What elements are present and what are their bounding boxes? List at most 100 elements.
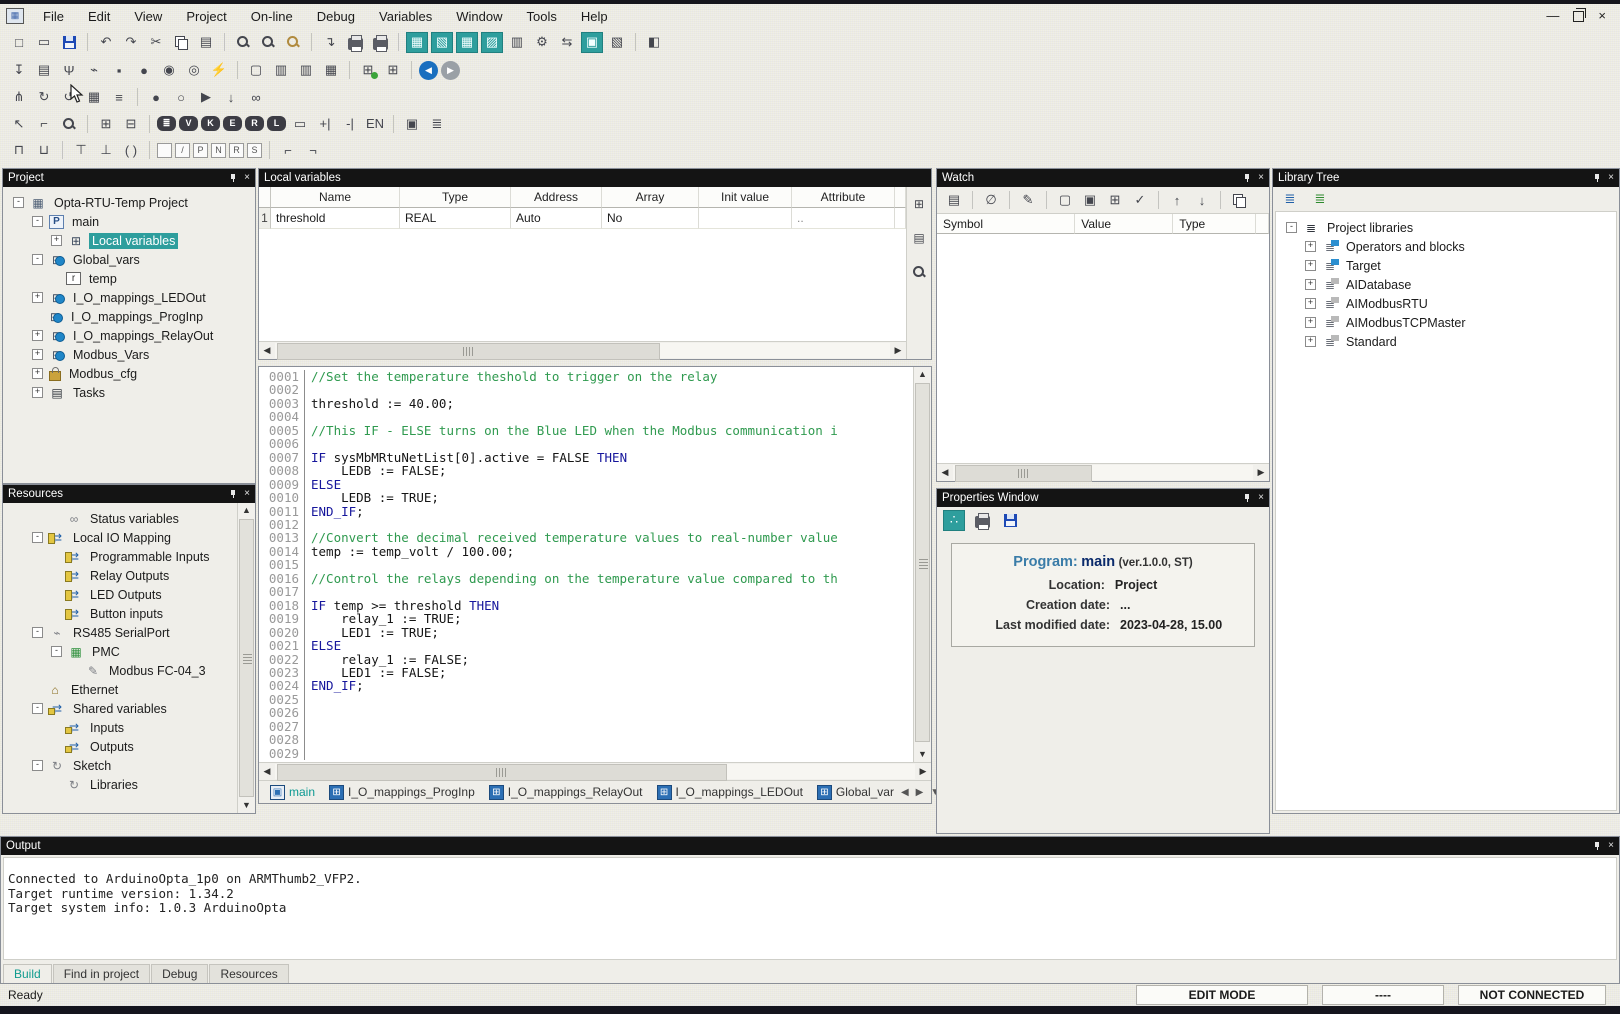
link-icon[interactable]: ∞ (245, 87, 267, 108)
watch-open-icon[interactable]: ▢ (1054, 190, 1076, 211)
find-in-project-icon[interactable] (282, 32, 304, 53)
cell-address[interactable]: Auto (511, 208, 602, 229)
watch-save-as-icon[interactable]: ⊞ (1104, 190, 1126, 211)
tree-item-standard[interactable]: +≣Standard (1276, 332, 1616, 351)
navigate-back-icon[interactable]: ◀ (419, 61, 438, 80)
close-icon[interactable]: × (244, 489, 250, 499)
scroll-down-icon[interactable]: ▼ (238, 798, 255, 813)
record-icon[interactable]: ● (145, 87, 167, 108)
tree-item-aimodbusrtu[interactable]: +≣AIModbusRTU (1276, 294, 1616, 313)
navigate-forward-icon[interactable]: ▶ (441, 61, 460, 80)
badge-v-icon[interactable]: V (179, 116, 198, 131)
watch-save-icon[interactable]: ▣ (1079, 190, 1101, 211)
pin-icon[interactable] (1594, 174, 1600, 182)
box-empty-icon[interactable] (157, 143, 172, 158)
toggle-swap-window-icon[interactable]: ⇆ (556, 32, 578, 53)
library-refresh-icon[interactable]: ≣ (1309, 189, 1331, 210)
code-line[interactable]: 0003threshold := 40.00; (259, 397, 914, 410)
code-line[interactable]: 0012 (259, 518, 914, 531)
expander-icon[interactable]: - (32, 532, 43, 543)
editor-hscrollbar[interactable]: ◀ ▶ (259, 762, 931, 780)
code-line[interactable]: 0013//Convert the decimal received tempe… (259, 531, 914, 544)
online-refresh-icon[interactable]: ↻ (33, 87, 55, 108)
editor-tab-global-var[interactable]: ⊞Global_var (810, 783, 901, 802)
toggle-properties-window-icon[interactable]: ▣ (581, 32, 603, 53)
menu-item-window[interactable]: Window (445, 7, 513, 26)
menu-item-help[interactable]: Help (570, 7, 619, 26)
box-r-icon[interactable]: R (229, 143, 244, 158)
cell-name[interactable]: threshold (271, 208, 400, 229)
step-into-icon[interactable]: ↓ (220, 87, 242, 108)
badge-k-icon[interactable]: K (201, 116, 220, 131)
tree-item-rs485-serialport[interactable]: -⌁RS485 SerialPort (3, 623, 238, 642)
code-line[interactable]: 0025 (259, 693, 914, 706)
watch-link-icon[interactable]: ∅ (980, 190, 1002, 211)
en-eno-icon[interactable]: EN (364, 113, 386, 134)
tree-item-sketch[interactable]: -↻Sketch (3, 756, 238, 775)
grid-dark-icon[interactable]: ▦ (83, 87, 105, 108)
expander-icon[interactable]: + (32, 330, 43, 341)
menu-item-tools[interactable]: Tools (516, 7, 568, 26)
expander-icon[interactable]: - (32, 627, 43, 638)
tree-item-modbus-fc-04-3[interactable]: ✎Modbus FC-04_3 (3, 661, 238, 680)
menu-item-edit[interactable]: Edit (77, 7, 121, 26)
toggle-watch-window-icon[interactable]: ▨ (481, 32, 503, 53)
code-line[interactable]: 0022 relay_1 := FALSE; (259, 653, 914, 666)
cell-init-value[interactable] (699, 208, 792, 229)
pin-icon[interactable] (1244, 174, 1250, 182)
expander-icon[interactable]: - (13, 197, 24, 208)
tree-item-project-libraries[interactable]: -≣Project libraries (1276, 218, 1616, 237)
output-tab-find-in-project[interactable]: Find in project (53, 964, 150, 983)
tree-item-button-inputs[interactable]: ⇄Button inputs (3, 604, 238, 623)
box-s-icon[interactable]: S (247, 143, 262, 158)
tree-item-ethernet[interactable]: ⌂Ethernet (3, 680, 238, 699)
box-slash-icon[interactable]: / (175, 143, 190, 158)
coil-icon[interactable]: ⊓ (8, 140, 30, 161)
cut-icon[interactable]: ✂ (145, 32, 167, 53)
grid-icon[interactable]: ⊞ (382, 60, 404, 81)
connection-mode-icon[interactable]: ⌐ (33, 113, 55, 134)
watch-table-icon[interactable]: ▤ (943, 190, 965, 211)
branch-down-icon[interactable]: ⌐ (277, 140, 299, 161)
toggle-library-window-icon[interactable]: ▥ (506, 32, 528, 53)
tree-item-inputs[interactable]: ⇄Inputs (3, 718, 238, 737)
code-line[interactable]: 0017 (259, 585, 914, 598)
close-icon[interactable]: × (244, 173, 250, 183)
scroll-up-icon[interactable]: ▲ (238, 503, 255, 518)
zoom-out-grid-icon[interactable]: ⊟ (120, 113, 142, 134)
tree-item-modbus-vars[interactable]: +⊞Modbus_Vars (3, 345, 255, 364)
menu-item-file[interactable]: File (32, 7, 75, 26)
tree-item-i-o-mappings-ledout[interactable]: +⊞I_O_mappings_LEDOut (3, 288, 255, 307)
cold-restart-icon[interactable]: ◉ (158, 60, 180, 81)
editor-tab-main[interactable]: ▣main (263, 783, 322, 802)
code-line[interactable]: 0009ELSE (259, 478, 914, 491)
tree-item-i-o-mappings-relayout[interactable]: +⊞I_O_mappings_RelayOut (3, 326, 255, 345)
badge-r-icon[interactable]: R (245, 116, 264, 131)
cell-type[interactable]: REAL (400, 208, 511, 229)
move-vars-right-icon[interactable]: ▥ (295, 60, 317, 81)
code-line[interactable]: 0021ELSE (259, 639, 914, 652)
tree-item-global-vars[interactable]: -⊞Global_vars (3, 250, 255, 269)
code-line[interactable]: 0029 (259, 747, 914, 760)
redo-icon[interactable]: ↷ (120, 32, 142, 53)
pin-icon[interactable] (230, 174, 236, 182)
scroll-right-icon[interactable]: ▶ (915, 766, 931, 777)
expander-icon[interactable]: + (32, 368, 43, 379)
expander-icon[interactable]: + (32, 387, 43, 398)
expander-icon[interactable]: + (1305, 336, 1316, 347)
scroll-left-icon[interactable]: ◀ (937, 467, 953, 478)
comment-icon[interactable]: ▭ (289, 113, 311, 134)
output-tab-build[interactable]: Build (3, 964, 52, 983)
warm-restart-icon[interactable]: ◎ (183, 60, 205, 81)
categorize-icon[interactable]: ∴ (943, 510, 965, 531)
contact-fall-icon[interactable]: ⊥ (95, 140, 117, 161)
code-line[interactable]: 0024END_IF; (259, 679, 914, 692)
tree-item-shared-variables[interactable]: -⇄Shared variables (3, 699, 238, 718)
resources-scrollbar[interactable]: ▲ ▼ (237, 503, 255, 813)
function-block-icon[interactable]: ▣ (401, 113, 423, 134)
watch-hscrollbar[interactable]: ◀ ▶ (937, 463, 1269, 481)
tree-item-libraries[interactable]: ↻Libraries (3, 775, 238, 794)
tree-item-pmc[interactable]: -▦PMC (3, 642, 238, 661)
toggle-variables-window-icon[interactable]: ▦ (456, 32, 478, 53)
expander-icon[interactable]: + (1305, 260, 1316, 271)
